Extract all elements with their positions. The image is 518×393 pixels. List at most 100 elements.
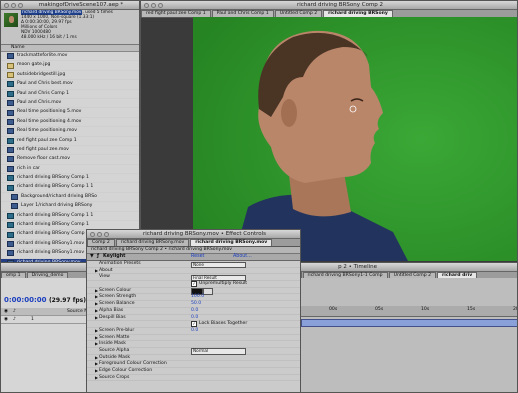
reset-link[interactable]: Reset xyxy=(191,254,204,260)
viewer-titlebar[interactable]: richard driving BRSony Comp 2 xyxy=(141,1,517,10)
project-item[interactable]: Paul and Chris.mov xyxy=(1,99,139,109)
project-item[interactable]: Real time positioning 4.mov xyxy=(1,118,139,128)
fx-toggle-icon[interactable]: ƒ xyxy=(97,254,99,260)
audio-icon: ♪ xyxy=(13,309,16,314)
project-item[interactable]: Background/richard driving BRSo xyxy=(1,193,139,203)
effect-parameter-row[interactable]: ▶ Inside Mask xyxy=(87,341,300,348)
parameter-value[interactable]: 50.0 xyxy=(191,301,201,307)
visibility-icon[interactable]: ◉ xyxy=(4,316,8,323)
movie-file-icon xyxy=(7,109,14,116)
expand-triangle-icon[interactable]: ▶ xyxy=(95,268,98,274)
effect-title: richard driving BRSony.mov • Effect Cont… xyxy=(142,231,267,237)
effect-titlebar[interactable]: richard driving BRSony.mov • Effect Cont… xyxy=(87,230,300,239)
parameter-checkbox[interactable]: ✓ Lock Biases Together xyxy=(191,321,247,328)
layer-duration-bar[interactable] xyxy=(301,319,517,327)
project-item[interactable]: red fight paul zee.mov xyxy=(1,146,139,156)
tab-effect[interactable]: richard driving BRSony.mov xyxy=(115,239,190,246)
audio-icon[interactable]: ♪ xyxy=(13,316,16,323)
close-button[interactable] xyxy=(144,2,149,8)
time-ruler[interactable]: 00s 05s 10s 15s 20s xyxy=(301,306,517,317)
frame-rate: (29.97 fps) xyxy=(48,297,86,304)
expand-triangle-icon[interactable]: ▶ xyxy=(95,341,98,347)
close-button[interactable] xyxy=(4,2,9,8)
timecode-display[interactable]: 0:00:00:00 (29.97 fps) xyxy=(4,296,86,304)
project-item[interactable]: rich in car xyxy=(1,165,139,175)
parameter-label: View xyxy=(99,274,110,280)
effect-parameter-row[interactable]: ✓ Unpremultiply Result xyxy=(87,281,300,288)
expand-triangle-icon[interactable]: ▶ xyxy=(95,315,98,321)
project-item[interactable]: Layer 1/richard driving BRSony xyxy=(1,202,139,212)
tab-comp[interactable]: Untitled Comp 2 xyxy=(274,10,323,17)
checkbox-icon[interactable]: ✓ xyxy=(191,281,197,288)
effect-parameter-row[interactable]: Animation Presets None xyxy=(87,261,300,268)
project-item[interactable]: richard driving BRSony Comp 1 1 xyxy=(1,212,139,222)
project-item[interactable]: richard driving BRSony Comp 1 1 xyxy=(1,183,139,193)
expand-triangle-icon[interactable]: ▼ xyxy=(90,254,94,260)
effect-parameter-row[interactable]: Source Alpha Normal xyxy=(87,348,300,355)
project-item-label: Layer 1/richard driving BRSony xyxy=(21,203,93,209)
project-item[interactable]: Real time positioning 5.mov xyxy=(1,108,139,118)
expand-triangle-icon[interactable]: ▶ xyxy=(95,301,98,307)
expand-triangle-icon[interactable]: ▶ xyxy=(95,308,98,314)
composition-icon xyxy=(7,231,14,238)
effect-parameter-row[interactable]: ▶ Alpha Bias 0.0 xyxy=(87,308,300,315)
project-item[interactable]: Paul and Chris Comp 1 xyxy=(1,90,139,99)
info-line: 48.000 kHz / 16 bit / 1 ms xyxy=(21,35,77,40)
project-item[interactable]: Paul and Chris best.mov xyxy=(1,80,139,90)
expand-triangle-icon[interactable]: ▶ xyxy=(95,375,98,381)
expand-triangle-icon[interactable]: ▶ xyxy=(95,294,98,300)
project-item-label: red fight paul zee Comp 1 xyxy=(17,137,77,143)
effect-parameter-row[interactable]: View Final Result xyxy=(87,274,300,282)
ruler-tick-label: 10s xyxy=(421,307,430,312)
project-item[interactable]: outsidebridgestill.jpg xyxy=(1,71,139,81)
effect-parameter-row[interactable]: ▶ About xyxy=(87,268,300,275)
parameter-value[interactable]: 100.0 xyxy=(191,294,204,300)
project-item[interactable]: red fight paul zee Comp 1 xyxy=(1,137,139,146)
effect-parameter-row[interactable]: ▶ Screen Pre-blur 0.0 xyxy=(87,328,300,335)
project-item[interactable]: trackmatteforlite.mov xyxy=(1,52,139,62)
minimize-button[interactable] xyxy=(151,2,156,8)
project-item-label: richard driving BRSony Comp 2 xyxy=(17,231,89,237)
project-item[interactable]: Remove floor cast.mov xyxy=(1,155,139,165)
effect-parameter-row[interactable]: ▶ Source Crops xyxy=(87,375,300,382)
project-item-label: red fight paul zee.mov xyxy=(17,146,69,152)
expand-triangle-icon[interactable]: ▶ xyxy=(95,328,98,334)
expand-triangle-icon[interactable]: ▶ xyxy=(95,361,98,367)
project-item-label: richard driving BRSony Comp 1 1 xyxy=(17,184,94,190)
expand-triangle-icon[interactable]: ▶ xyxy=(95,335,98,341)
composition-icon xyxy=(7,175,14,182)
parameter-value[interactable]: 0.0 xyxy=(191,308,198,314)
minimize-button[interactable] xyxy=(97,231,102,237)
composition-canvas[interactable] xyxy=(193,17,517,261)
project-item-label: Real time positioning 5.mov xyxy=(17,109,82,115)
project-item[interactable]: richard driving BRSony Comp 1 xyxy=(1,174,139,184)
expand-triangle-icon[interactable]: ▶ xyxy=(95,288,98,294)
tab-comp-active[interactable]: richard driving BRSony xyxy=(323,10,393,17)
project-titlebar[interactable]: makingofDriveScene107.aep * xyxy=(1,1,139,10)
effect-parameter-row[interactable]: ▶ Despill Bias 0.0 xyxy=(87,315,300,322)
project-item[interactable]: moon gate.jpg xyxy=(1,61,139,71)
close-button[interactable] xyxy=(90,231,95,237)
tab-effect-active[interactable]: richard driving BRSony.mov xyxy=(190,239,273,246)
keylight-effect-header[interactable]: ▼ ƒ Keylight Reset About... xyxy=(87,254,300,261)
tab-effect[interactable]: Comp 2 xyxy=(87,239,115,246)
movie-file-icon xyxy=(7,53,14,60)
about-link[interactable]: About... xyxy=(233,254,252,260)
composition-icon xyxy=(7,222,14,229)
effect-parameter-row[interactable]: ▶ Screen Balance 50.0 xyxy=(87,301,300,308)
project-item[interactable]: Real time positioning.mov xyxy=(1,127,139,137)
parameter-value[interactable]: 0.0 xyxy=(191,315,198,321)
tab-comp[interactable]: Paul and Chris Comp 1 xyxy=(211,10,274,17)
parameter-value[interactable]: 0.0 xyxy=(191,328,198,334)
effect-parameter-row[interactable]: ✓ Lock Biases Together xyxy=(87,321,300,328)
timecode[interactable]: 0:00:00:00 xyxy=(4,296,47,304)
expand-triangle-icon[interactable]: ▶ xyxy=(95,368,98,374)
expand-triangle-icon[interactable]: ▶ xyxy=(95,355,98,361)
checkbox-icon[interactable]: ✓ xyxy=(191,321,197,328)
name-column-header[interactable]: Name xyxy=(1,45,139,52)
parameter-checkbox[interactable]: ✓ Unpremultiply Result xyxy=(191,281,247,288)
effect-parameter-row[interactable]: ▶ Foreground Colour Correction xyxy=(87,361,300,368)
tab-comp[interactable]: red fight paul zee Comp 1 xyxy=(141,10,211,17)
effect-parameter-row[interactable]: ▶ Edge Colour Correction xyxy=(87,368,300,375)
minimize-button[interactable] xyxy=(11,2,16,8)
